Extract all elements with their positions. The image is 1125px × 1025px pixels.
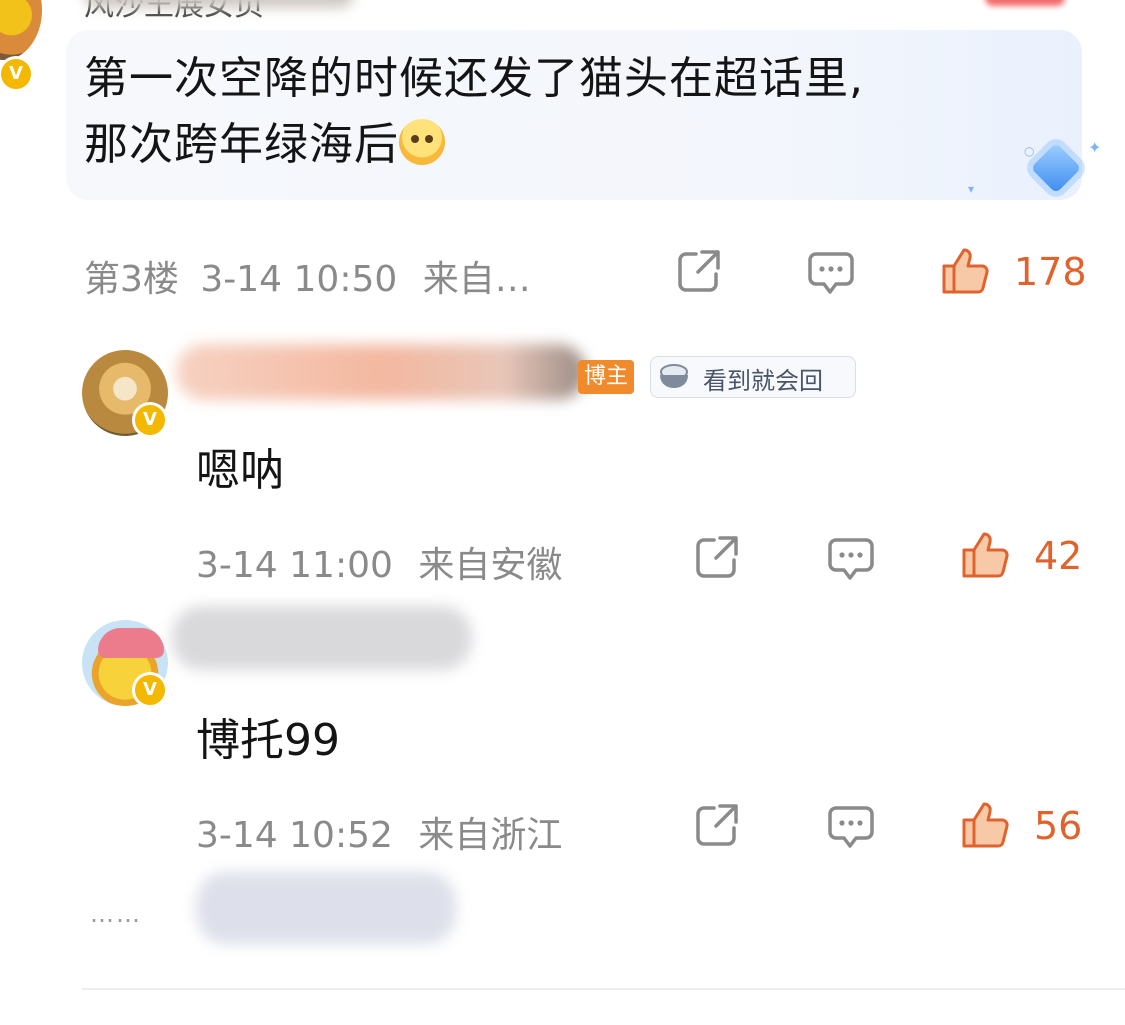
timestamp: 3-14 11:00: [196, 545, 393, 586]
sparkle-icon: ✦: [1088, 138, 1102, 157]
timestamp: 3-14 10:52: [196, 815, 393, 856]
source-label: 来自…: [422, 259, 531, 300]
divider: [82, 988, 1125, 990]
badge-label: 看到就会回: [703, 367, 823, 395]
like-count: 42: [1034, 534, 1083, 578]
like-count: 178: [1014, 250, 1087, 294]
blogger-tag: 博主: [578, 360, 634, 394]
comment-meta: 3-14 11:00 来自安徽: [196, 536, 562, 588]
reply-text: 博托99: [196, 715, 340, 766]
comment-meta: 第3楼 3-14 10:50 来自…: [84, 250, 531, 302]
auto-reply-badge[interactable]: 看到就会回: [650, 356, 856, 398]
status-badge: [985, 0, 1065, 6]
avatar-cap: [98, 628, 164, 658]
like-count: 56: [1034, 804, 1083, 848]
comment-meta: 3-14 10:52 来自浙江: [196, 806, 562, 858]
comment-text: 第一次空降的时候还发了猫头在超话里, 那次跨年绿海后: [84, 46, 1044, 178]
holding-back-tears-emoji-icon: [399, 119, 445, 165]
username-blur[interactable]: [196, 872, 456, 944]
comment-icon[interactable]: [826, 804, 876, 850]
sparkle-icon: ▾: [968, 182, 975, 196]
thumbs-up-icon[interactable]: [960, 800, 1012, 850]
floor-label: 第3楼: [84, 259, 179, 300]
rice-bowl-icon: [660, 364, 688, 388]
more-replies-indicator[interactable]: ……: [90, 900, 142, 928]
username-blur: [84, 0, 354, 8]
share-icon[interactable]: [694, 534, 742, 580]
username-blur[interactable]: [172, 606, 472, 670]
sparkle-icon: ○: [1024, 144, 1035, 158]
comment-icon[interactable]: [806, 250, 856, 296]
source-label: 来自浙江: [418, 815, 563, 856]
comment-icon[interactable]: [826, 536, 876, 582]
verified-badge-icon: V: [132, 672, 168, 708]
comment-text-line-2: 那次跨年绿海后: [84, 119, 399, 170]
comment-text-line: 那次跨年绿海后: [84, 112, 1044, 178]
username-blur[interactable]: [176, 344, 586, 400]
reply-text: 嗯呐: [196, 445, 284, 496]
share-icon[interactable]: [694, 802, 742, 848]
thumbs-up-icon[interactable]: [940, 246, 992, 296]
verified-badge-icon: V: [0, 56, 34, 92]
timestamp: 3-14 10:50: [200, 259, 398, 300]
share-icon[interactable]: [676, 248, 724, 294]
comment-text-line: 第一次空降的时候还发了猫头在超话里,: [84, 53, 864, 104]
verified-badge-icon: V: [132, 402, 168, 438]
source-label: 来自安徽: [418, 545, 563, 586]
avatar[interactable]: [0, 0, 42, 60]
thumbs-up-icon[interactable]: [960, 530, 1012, 580]
